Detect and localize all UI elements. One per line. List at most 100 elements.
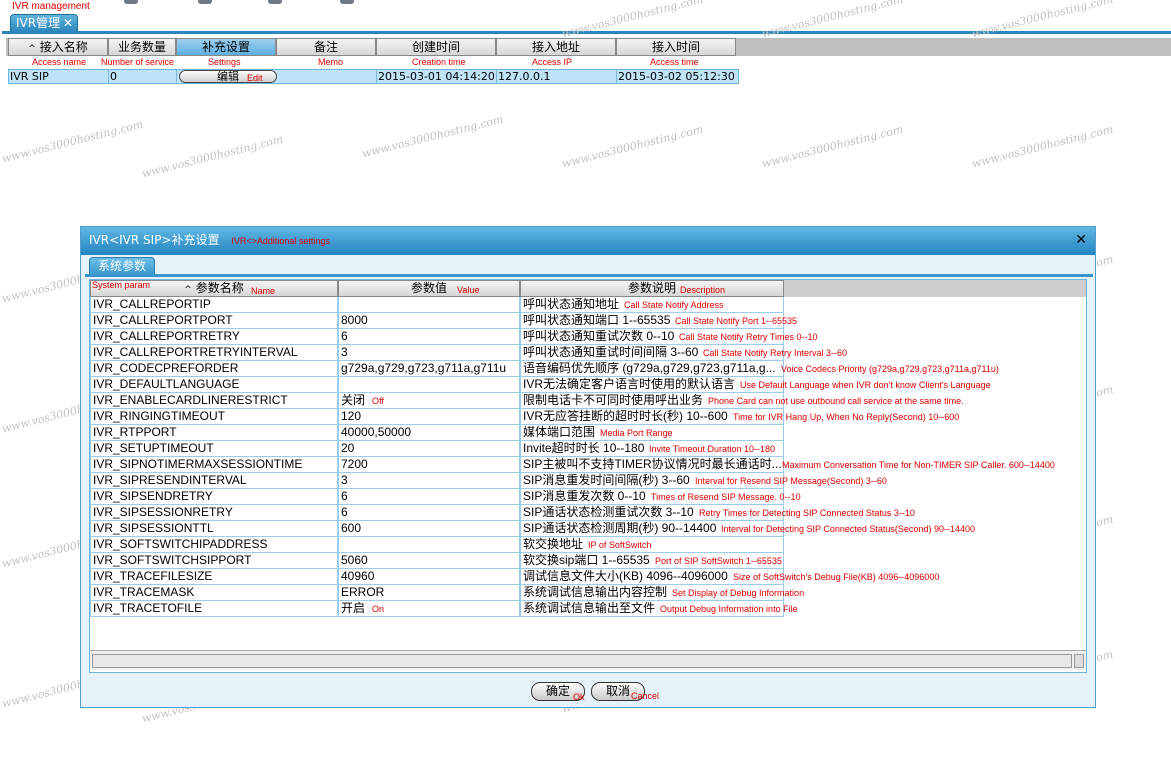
tab-label: IVR管理 <box>16 16 61 30</box>
param-value[interactable]: 3 <box>338 345 520 361</box>
additional-settings-dialog: IVR<IVR SIP>补充设置 IVR<>Additional setting… <box>80 226 1096 708</box>
table-row[interactable]: IVR_SIPSESSIONRETRY 6 SIP通话状态检测重试次数 3--10 R… <box>90 505 915 521</box>
param-name: IVR_TRACEFILESIZE <box>90 569 338 585</box>
param-value[interactable]: 开启 <box>338 601 520 617</box>
close-icon[interactable]: ✕ <box>1075 227 1087 253</box>
watermark-text: www.vos3000hosting.com <box>0 117 145 166</box>
param-name: IVR_CALLREPORTIP <box>90 297 338 313</box>
param-value[interactable]: 5060 <box>338 553 520 569</box>
annotation-ok: Ok <box>573 692 585 702</box>
param-value[interactable]: 6 <box>338 489 520 505</box>
param-value[interactable]: 6 <box>338 329 520 345</box>
column-param-description[interactable]: 参数说明 <box>520 280 784 297</box>
annotation-number-of-service: Number of service <box>101 57 175 67</box>
table-row[interactable]: IVR_CALLREPORTPORT 8000 呼叫状态通知端口 1--65535 C… <box>90 313 797 329</box>
annotation-value: Value <box>457 285 480 295</box>
table-row[interactable]: IVR_DEFAULTLANGUAGE IVR无法确定客户语言时使用的默认语言 Us… <box>90 377 991 393</box>
table-row[interactable]: IVR_RINGINGTIMEOUT 120 IVR无应答挂断的超时时长(秒) 10… <box>90 409 959 425</box>
param-name: IVR_SIPNOTIMERMAXSESSIONTIME <box>90 457 338 473</box>
param-description: 软交换地址 <box>520 537 784 553</box>
table-row[interactable]: IVR_CALLREPORTRETRY 6 呼叫状态通知重试次数 0--10 Call… <box>90 329 818 345</box>
table-row[interactable]: IVR_RTPPORT 40000,50000 媒体端口范围 Media Port R… <box>90 425 784 441</box>
param-value[interactable] <box>338 537 520 553</box>
table-row[interactable]: IVR_CALLREPORTRETRYINTERVAL 3 呼叫状态通知重试时间间隔… <box>90 345 847 361</box>
close-icon[interactable]: ✕ <box>63 15 73 32</box>
watermark-text: www.vos3000hosting.com <box>970 122 1115 171</box>
table-row[interactable]: IVR_SOFTSWITCHIPADDRESS 软交换地址 IP of SoftSw… <box>90 537 784 553</box>
watermark-text: www.vos3000hosting.com <box>360 112 505 161</box>
param-value[interactable]: 8000 <box>338 313 520 329</box>
param-name: IVR_SIPSESSIONRETRY <box>90 505 338 521</box>
scrollbar-track[interactable] <box>92 654 1072 668</box>
table-row[interactable]: IVR_ENABLECARDLINERESTRICT 关闭 限制电话卡不可同时使用呼… <box>90 393 964 409</box>
table-row[interactable]: IVR SIP 0 编辑 Edit 2015-03-01 04:14:20 12… <box>8 69 739 84</box>
watermark-text: www.vos3000hosting.com <box>760 0 905 41</box>
table-row[interactable]: IVR_TRACEMASK ERROR 系统调试信息输出内容控制 Set Displa… <box>90 585 804 601</box>
annotation-description: Time for IVR Hang Up, When No Reply(Seco… <box>733 412 960 422</box>
annotation-description: Media Port Range <box>600 428 673 438</box>
param-name: IVR_RINGINGTIMEOUT <box>90 409 338 425</box>
annotation-description: Call State Notify Retry Interval 3--60 <box>703 348 848 358</box>
table-row[interactable]: IVR_SIPNOTIMERMAXSESSIONTIME 7200 SIP主被叫不支… <box>90 457 1055 473</box>
cell-number-of-service: 0 <box>109 70 177 83</box>
horizontal-scrollbar[interactable] <box>90 650 1086 670</box>
table-row[interactable]: IVR_SOFTSWITCHSIPPORT 5060 软交换sip端口 1--655… <box>90 553 784 569</box>
param-value[interactable]: ERROR <box>338 585 520 601</box>
dialog-title: IVR<IVR SIP>补充设置 <box>89 233 220 247</box>
annotation-description: Port of SIP SoftSwitch 1--65535 <box>655 556 782 566</box>
param-value[interactable]: 关闭 <box>338 393 520 409</box>
table-row[interactable]: IVR_TRACETOFILE 开启 系统调试信息输出至文件 Output Debug… <box>90 601 798 617</box>
watermark-text: www.vos3000hosting.com <box>560 122 705 171</box>
column-access-time[interactable]: 接入时间 <box>616 38 736 56</box>
param-name: IVR_SIPSENDRETRY <box>90 489 338 505</box>
toolbar-icon[interactable] <box>124 0 138 4</box>
tab-system-param[interactable]: 系统参数 <box>89 257 155 275</box>
column-number-of-service[interactable]: 业务数量 <box>108 38 176 56</box>
dialog-title-bar[interactable]: IVR<IVR SIP>补充设置 IVR<>Additional setting… <box>81 227 1095 255</box>
table-row[interactable]: IVR_TRACEFILESIZE 40960 调试信息文件大小(KB) 4096-… <box>90 569 939 585</box>
param-value[interactable]: 7200 <box>338 457 520 473</box>
column-param-value[interactable]: 参数值 <box>338 280 520 297</box>
cell-memo <box>277 70 377 83</box>
column-access-name[interactable]: ^ 接入名称 <box>8 38 108 56</box>
toolbar-icon[interactable] <box>268 0 282 4</box>
watermark-text: www.vos3000hosting.com <box>760 122 905 171</box>
table-row[interactable]: IVR_SETUPTIMEOUT 20 Invite超时时长 10--180 Invi… <box>90 441 784 457</box>
tab-ivr-management[interactable]: IVR管理 ✕ <box>10 14 78 32</box>
table-row[interactable]: IVR_SIPRESENDINTERVAL 3 SIP消息重发时间间隔(秒) 3--… <box>90 473 887 489</box>
column-access-ip[interactable]: 接入地址 <box>496 38 616 56</box>
param-description: 语音编码优先顺序 (g729a,g729,g723,g711a,g... <box>520 361 784 377</box>
param-value[interactable]: g729a,g729,g723,g711a,g711u <box>338 361 520 377</box>
column-creation-time[interactable]: 创建时间 <box>376 38 496 56</box>
table-row[interactable]: IVR_SIPSENDRETRY 6 SIP消息重发次数 0--10 Times of… <box>90 489 801 505</box>
param-value[interactable]: 3 <box>338 473 520 489</box>
column-memo[interactable]: 备注 <box>276 38 376 56</box>
scrollbar-end[interactable] <box>1074 654 1084 668</box>
param-value[interactable]: 40000,50000 <box>338 425 520 441</box>
annotation-ivr-management: IVR management <box>12 1 90 12</box>
table-row[interactable]: IVR_CODECPREFORDER g729a,g729,g723,g711a,… <box>90 361 999 377</box>
annotation-description: Size of SoftSwitch's Debug File(KB) 4096… <box>733 572 940 582</box>
annotation-description: Description <box>680 285 726 295</box>
param-value[interactable] <box>338 377 520 393</box>
param-value[interactable]: 6 <box>338 505 520 521</box>
column-settings[interactable]: 补充设置 <box>176 38 276 56</box>
toolbar-icon[interactable] <box>340 0 354 4</box>
param-value[interactable]: 120 <box>338 409 520 425</box>
param-value[interactable] <box>338 297 520 313</box>
annotation-description: Retry Times for Detecting SIP Connected … <box>699 508 915 518</box>
system-param-table: ^ 参数名称 参数值 参数说明 System param Name Value D… <box>89 279 1087 673</box>
param-value[interactable]: 600 <box>338 521 520 537</box>
param-value[interactable]: 40960 <box>338 569 520 585</box>
param-value[interactable]: 20 <box>338 441 520 457</box>
param-name: IVR_TRACEMASK <box>90 585 338 601</box>
table-row[interactable]: IVR_SIPSESSIONTTL 600 SIP通话状态检测周期(秒) 90--1… <box>90 521 975 537</box>
table-row[interactable]: IVR_CALLREPORTIP 呼叫状态通知地址 Call State Notif… <box>90 297 784 313</box>
watermark-text: www.vos3000hosting.com <box>970 0 1115 41</box>
toolbar-icon[interactable] <box>198 0 212 4</box>
param-name: IVR_SETUPTIMEOUT <box>90 441 338 457</box>
annotation-description: Call State Notify Port 1--65535 <box>675 316 798 326</box>
annotation-description: Maximum Conversation Time for Non-TIMER … <box>782 460 1055 470</box>
cell-access-name: IVR SIP <box>9 70 109 83</box>
param-name: IVR_TRACETOFILE <box>90 601 338 617</box>
